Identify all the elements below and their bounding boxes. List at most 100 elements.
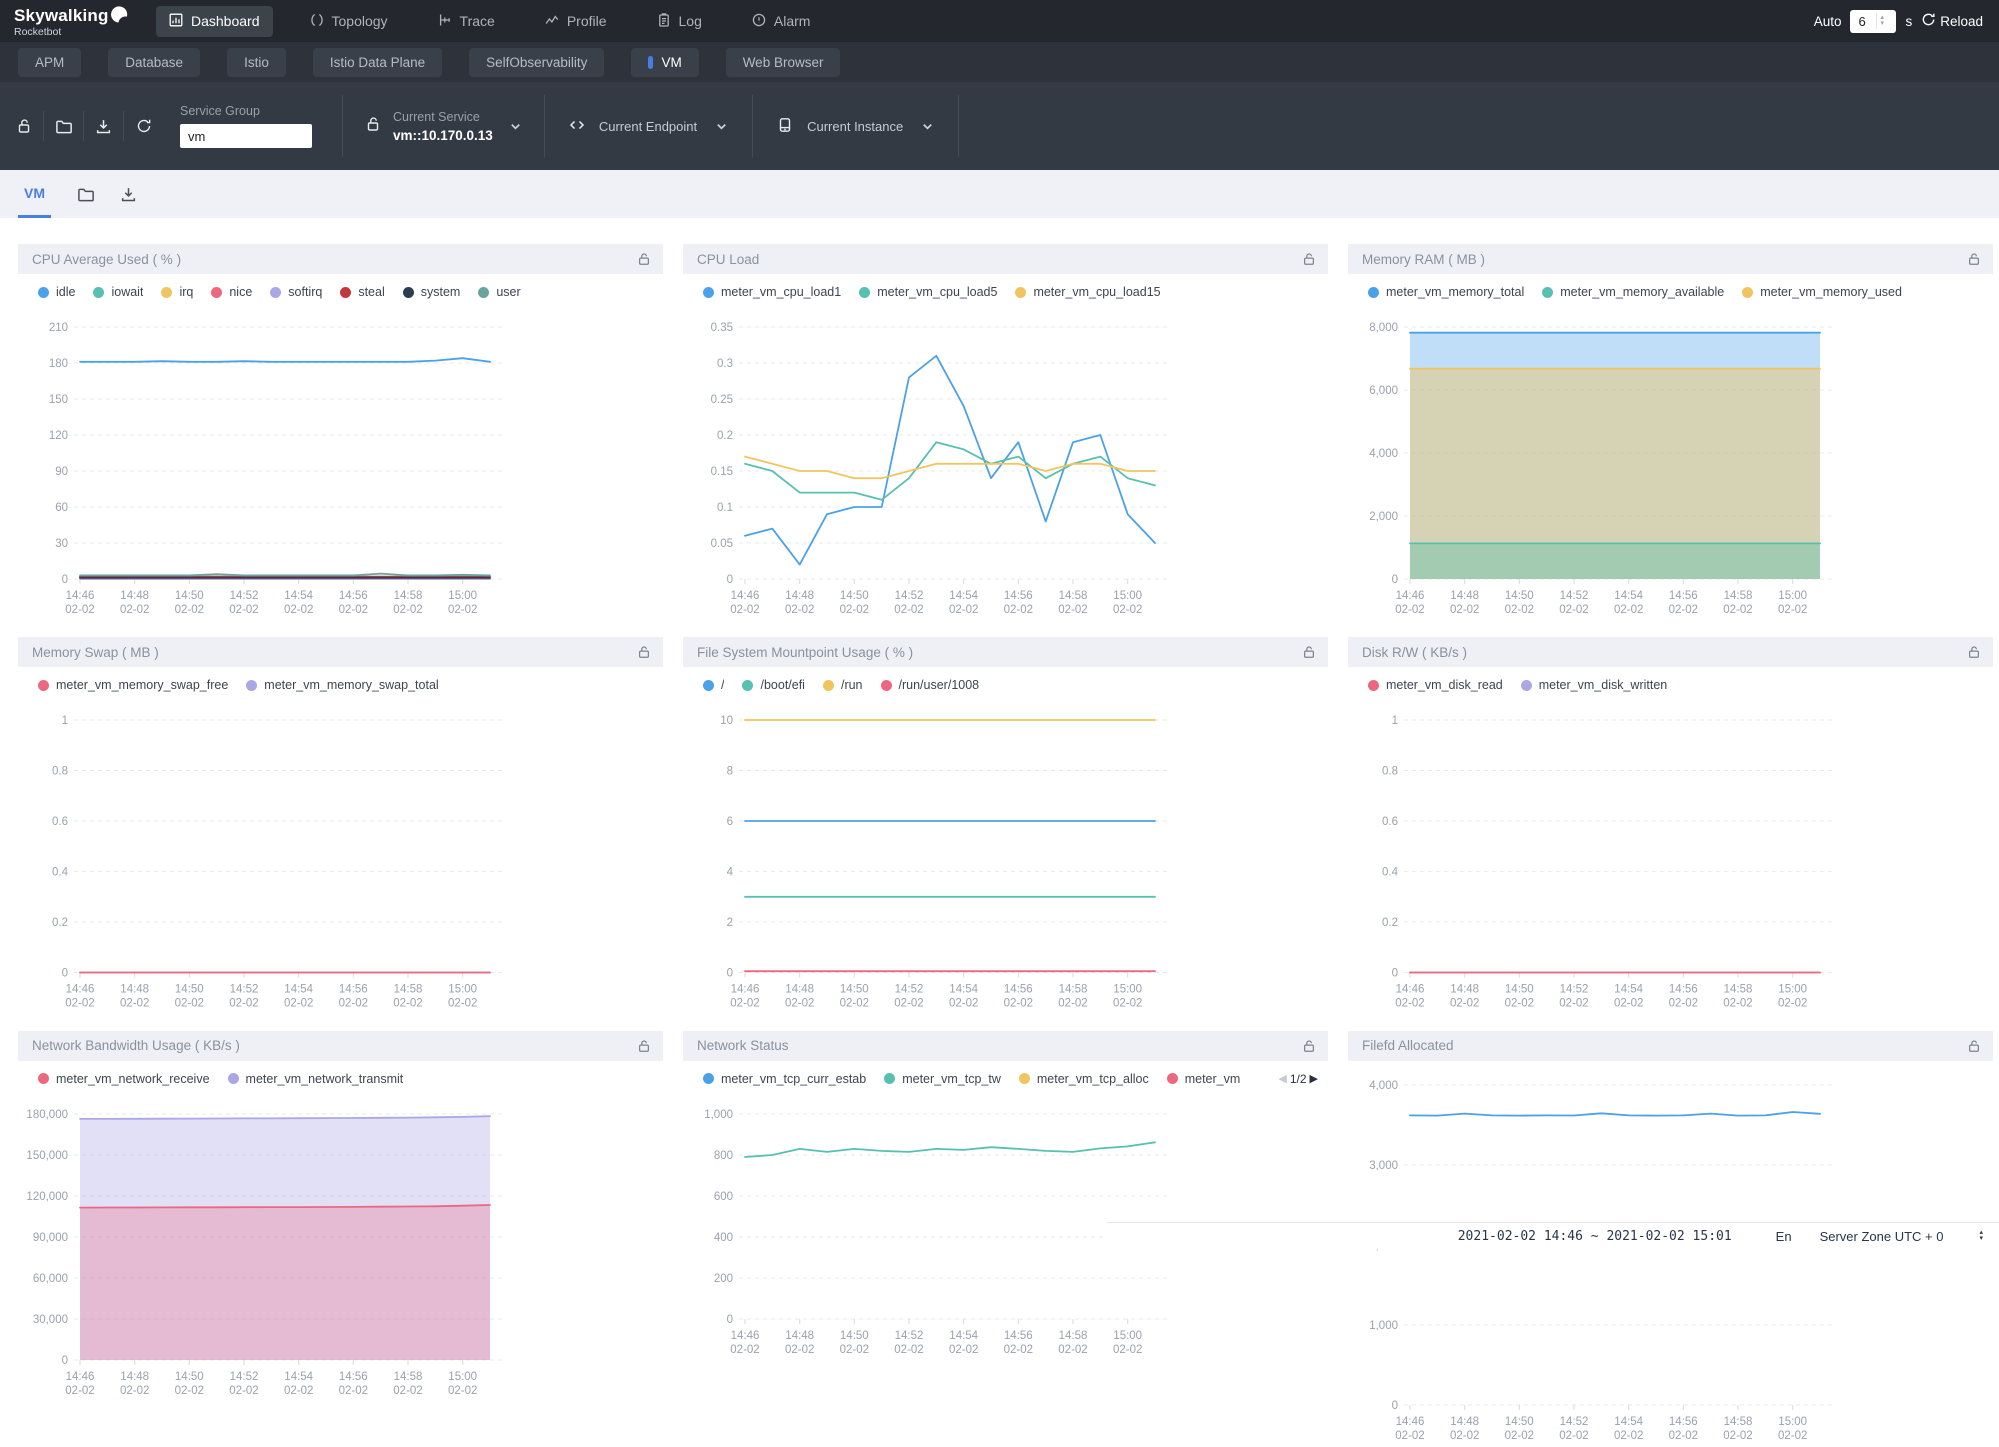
dashboard-tab-selfobservability[interactable]: SelfObservability	[469, 48, 604, 77]
legend-item[interactable]: irq	[161, 285, 193, 299]
svg-text:02-02: 02-02	[65, 1385, 94, 1397]
current-service-selector[interactable]: Current Service vm::10.170.0.13	[343, 95, 545, 157]
chart-lock-icon[interactable]	[637, 252, 651, 266]
legend-item[interactable]: system	[403, 285, 461, 299]
tab-export-icon[interactable]	[120, 170, 137, 218]
legend-item[interactable]: meter_vm_memory_total	[1368, 285, 1524, 299]
chart-plot[interactable]: 180,000150,000120,00090,00060,00030,0000…	[18, 1100, 663, 1402]
svg-text:14:46: 14:46	[731, 1330, 760, 1342]
chart-lock-icon[interactable]	[1967, 645, 1981, 659]
legend-item[interactable]: meter_vm_network_transmit	[228, 1072, 404, 1086]
legend-next-icon[interactable]: ▶	[1310, 1072, 1318, 1085]
legend-item[interactable]: meter_vm_memory_swap_free	[38, 678, 228, 692]
legend-item[interactable]: meter_vm_network_receive	[38, 1072, 210, 1086]
reload-button[interactable]: Reload	[1921, 12, 1983, 30]
svg-text:14:52: 14:52	[1560, 984, 1589, 996]
nav-item-alarm[interactable]: Alarm	[739, 6, 824, 37]
dashboard-tab-web-browser[interactable]: Web Browser	[726, 48, 841, 77]
legend-item[interactable]: nice	[211, 285, 252, 299]
chart-lock-icon[interactable]	[637, 1039, 651, 1053]
legend-item[interactable]: /	[703, 678, 724, 692]
legend-item[interactable]: meter_vm_tcp_alloc	[1019, 1072, 1149, 1086]
server-zone-selector[interactable]: Server Zone UTC + 0	[1820, 1229, 1944, 1244]
refresh-icon[interactable]	[124, 111, 164, 141]
import-export-icon[interactable]	[84, 111, 124, 141]
legend-item[interactable]: /boot/efi	[742, 678, 804, 692]
legend-item[interactable]: iowait	[93, 285, 143, 299]
legend-item[interactable]: softirq	[270, 285, 322, 299]
svg-text:14:46: 14:46	[731, 590, 760, 602]
service-group-input[interactable]	[180, 124, 312, 148]
folder-templates-icon[interactable]	[44, 111, 84, 141]
nav-item-dashboard[interactable]: Dashboard	[156, 6, 273, 37]
dashboard-tab-istio[interactable]: Istio	[227, 48, 286, 77]
auto-interval-input[interactable]	[1850, 14, 1876, 29]
legend-dot	[161, 287, 172, 298]
legend-dot	[884, 1073, 895, 1084]
dashboard-tab-database[interactable]: Database	[108, 48, 200, 77]
chart-plot[interactable]: 10.80.60.40.2014:4602-0214:4802-0214:500…	[18, 706, 663, 1015]
svg-text:02-02: 02-02	[175, 604, 204, 616]
legend-item[interactable]: /run	[823, 678, 863, 692]
chart-plot[interactable]: 210180150120906030014:4602-0214:4802-021…	[18, 313, 663, 621]
legend-item[interactable]: meter_vm_memory_swap_total	[246, 678, 438, 692]
auto-spinner[interactable]: ▴▾	[1876, 13, 1887, 29]
nav-item-trace[interactable]: Trace	[425, 6, 508, 37]
legend-item[interactable]: steal	[340, 285, 384, 299]
svg-text:14:48: 14:48	[120, 1371, 149, 1383]
nav-item-topology[interactable]: Topology	[297, 6, 401, 37]
main-nav: Dashboard Topology Trace Profile Log Ala…	[156, 6, 823, 37]
chart-legend: meter_vm_disk_read meter_vm_disk_written	[1348, 667, 1993, 696]
current-instance-selector[interactable]: Current Instance	[753, 95, 959, 157]
current-endpoint-selector[interactable]: Current Endpoint	[545, 95, 753, 157]
chart-plot[interactable]: 0.350.30.250.20.150.10.05014:4602-0214:4…	[683, 313, 1328, 621]
legend-item[interactable]: idle	[38, 285, 75, 299]
page-tab-vm[interactable]: VM	[18, 170, 51, 218]
legend-item[interactable]: meter_vm_cpu_load15	[1015, 285, 1160, 299]
zone-spinner[interactable]: ▴▾	[1971, 1230, 1991, 1242]
chart-lock-icon[interactable]	[1302, 1039, 1316, 1053]
svg-text:200: 200	[714, 1273, 733, 1285]
chart-plot[interactable]: 108642014:4602-0214:4802-0214:5002-0214:…	[683, 706, 1328, 1015]
chart-lock-icon[interactable]	[637, 645, 651, 659]
chart-lock-icon[interactable]	[1302, 645, 1316, 659]
chart-plot[interactable]: 10.80.60.40.2014:4602-0214:4802-0214:500…	[1348, 706, 1993, 1015]
nav-item-profile[interactable]: Profile	[532, 6, 620, 37]
chart-plot[interactable]: 4,0003,0002,0001,000014:4602-0214:4802-0…	[1348, 1071, 1993, 1447]
svg-text:02-02: 02-02	[1004, 604, 1033, 616]
legend-item[interactable]: meter_vm_tcp_tw	[884, 1072, 1001, 1086]
current-endpoint-label: Current Endpoint	[599, 119, 697, 134]
legend-item[interactable]: meter_vm_memory_used	[1742, 285, 1902, 299]
svg-text:02-02: 02-02	[229, 1385, 258, 1397]
legend-dot	[1542, 287, 1553, 298]
app-logo[interactable]: Skywalking Rocketbot	[0, 4, 150, 38]
legend-item[interactable]: meter_vm_memory_available	[1542, 285, 1724, 299]
legend-label: softirq	[288, 285, 322, 299]
svg-text:02-02: 02-02	[1778, 998, 1807, 1010]
nav-item-log[interactable]: Log	[644, 6, 715, 37]
legend-item[interactable]: meter_vm	[1167, 1072, 1241, 1086]
legend-item[interactable]: meter_vm_disk_written	[1521, 678, 1668, 692]
legend-item[interactable]: meter_vm_cpu_load1	[703, 285, 841, 299]
chart-card: Network Bandwidth Usage ( KB/s )meter_vm…	[18, 1031, 663, 1447]
chart-plot[interactable]: 8,0006,0004,0002,000014:4602-0214:4802-0…	[1348, 313, 1993, 621]
legend-item[interactable]: meter_vm_cpu_load5	[859, 285, 997, 299]
chart-lock-icon[interactable]	[1302, 252, 1316, 266]
svg-text:2,000: 2,000	[1369, 511, 1398, 523]
chart-header: Disk R/W ( KB/s )	[1348, 637, 1993, 667]
legend-item[interactable]: meter_vm_tcp_curr_estab	[703, 1072, 866, 1086]
chart-lock-icon[interactable]	[1967, 1039, 1981, 1053]
chart-lock-icon[interactable]	[1967, 252, 1981, 266]
lock-edit-icon[interactable]	[4, 111, 44, 141]
legend-prev-icon[interactable]: ◀	[1278, 1072, 1286, 1085]
language-selector[interactable]: En	[1776, 1229, 1792, 1244]
tab-folder-icon[interactable]	[77, 170, 94, 218]
dashboard-tab-apm[interactable]: APM	[18, 48, 81, 77]
legend-item[interactable]: meter_vm_disk_read	[1368, 678, 1503, 692]
dashboard-tab-vm[interactable]: VM	[631, 48, 698, 77]
time-range-picker[interactable]: 2021-02-02 14:46 ~ 2021-02-02 15:01	[1458, 1229, 1732, 1244]
svg-text:120,000: 120,000	[26, 1191, 68, 1203]
legend-item[interactable]: /run/user/1008	[881, 678, 980, 692]
dashboard-tab-istio-data-plane[interactable]: Istio Data Plane	[313, 48, 442, 77]
legend-item[interactable]: user	[478, 285, 520, 299]
